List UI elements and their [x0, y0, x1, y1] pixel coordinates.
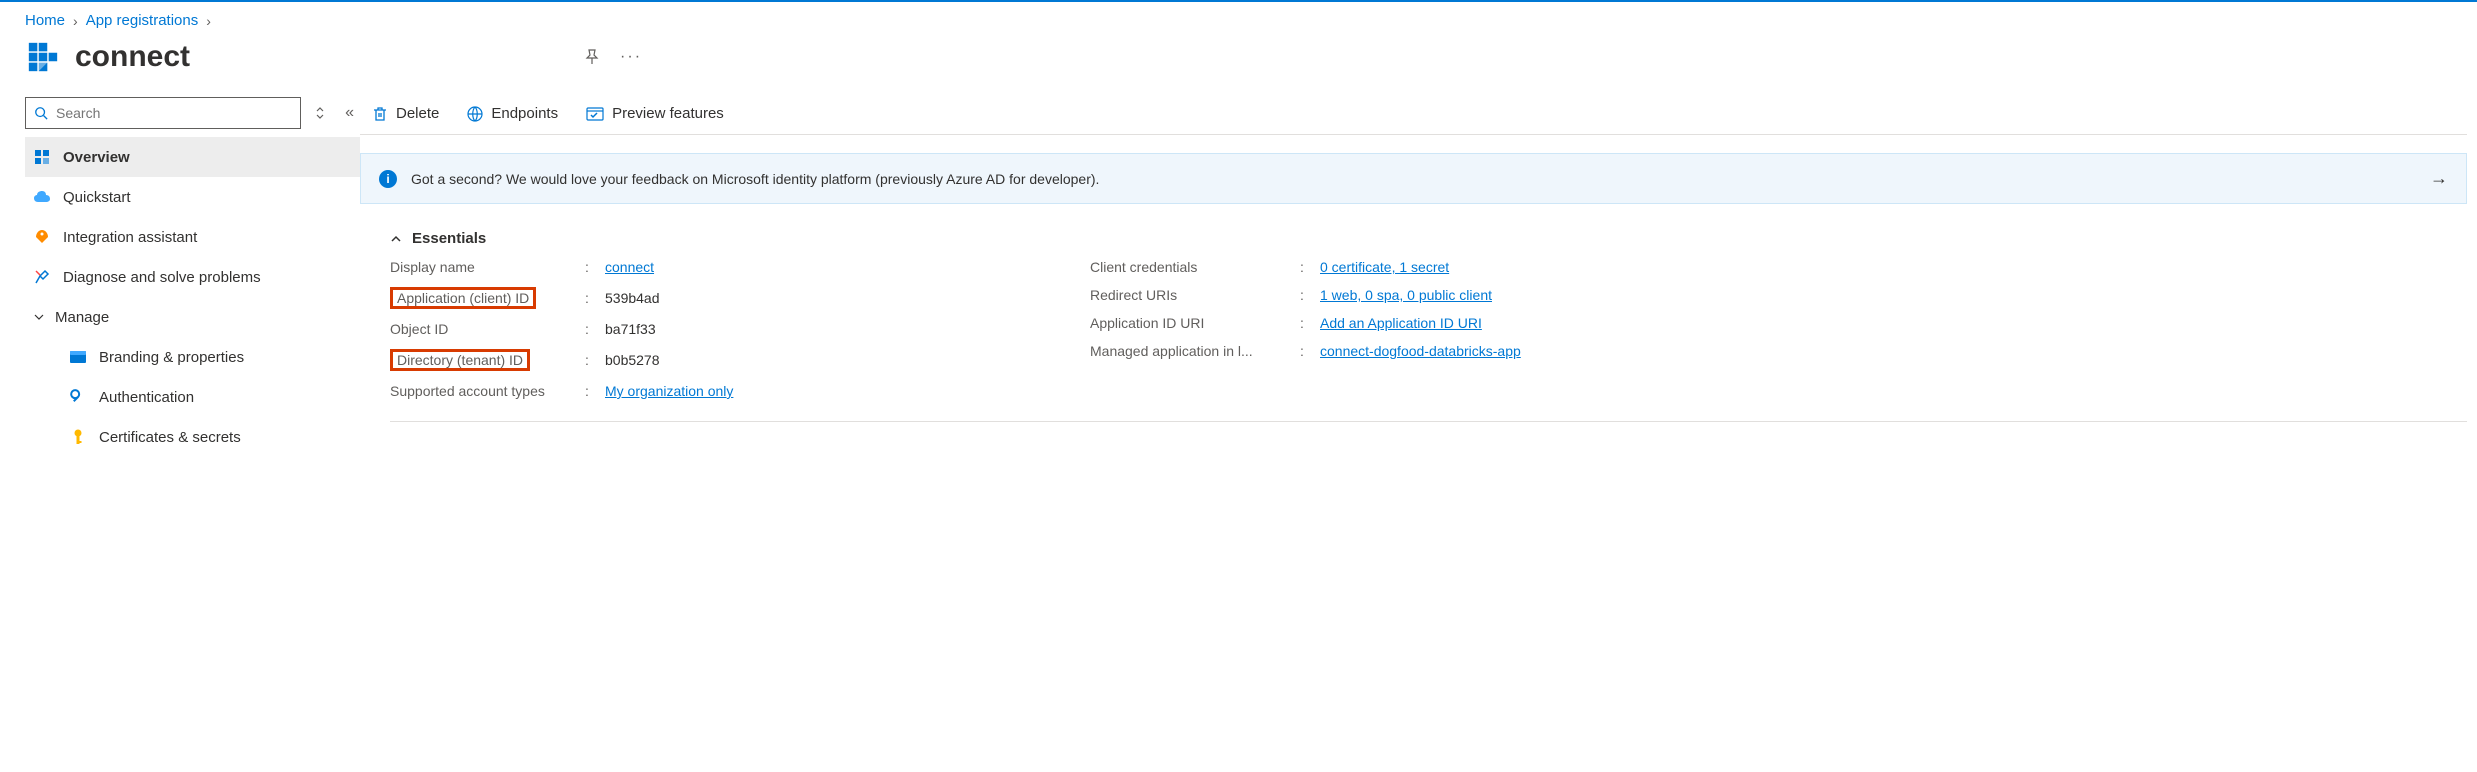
sidebar-section-manage[interactable]: Manage — [25, 297, 360, 337]
client-creds-label: Client credentials — [1090, 259, 1300, 275]
client-id-value: 539b4ad — [605, 290, 660, 306]
breadcrumb-home[interactable]: Home — [25, 12, 65, 29]
preview-features-button[interactable]: Preview features — [586, 105, 724, 122]
more-icon[interactable]: ··· — [620, 48, 642, 66]
display-name-label: Display name — [390, 259, 585, 275]
sidebar-item-label: Quickstart — [63, 189, 131, 206]
cloud-icon — [33, 190, 51, 204]
breadcrumb: Home › App registrations › — [25, 12, 2477, 29]
app-id-uri-value[interactable]: Add an Application ID URI — [1320, 315, 1482, 331]
sidebar-item-branding[interactable]: Branding & properties — [25, 337, 360, 377]
sidebar-item-label: Authentication — [99, 389, 194, 406]
client-creds-value[interactable]: 0 certificate, 1 secret — [1320, 259, 1449, 275]
main-content: Delete Endpoints — [360, 97, 2477, 457]
sidebar-item-diagnose[interactable]: Diagnose and solve problems — [25, 257, 360, 297]
sidebar-item-label: Diagnose and solve problems — [63, 269, 261, 286]
overview-icon — [33, 149, 51, 165]
page-title: connect — [75, 40, 190, 74]
chevrons-vertical-icon[interactable] — [311, 106, 329, 120]
endpoints-button[interactable]: Endpoints — [467, 105, 558, 122]
sidebar-item-overview[interactable]: Overview — [25, 137, 360, 177]
tenant-id-label: Directory (tenant) ID — [390, 349, 585, 371]
search-input[interactable] — [56, 105, 292, 121]
pin-icon[interactable] — [584, 49, 600, 65]
object-id-value: ba71f33 — [605, 321, 656, 337]
chevron-up-icon — [390, 233, 402, 245]
object-id-label: Object ID — [390, 321, 585, 337]
sidebar-item-quickstart[interactable]: Quickstart — [25, 177, 360, 217]
account-types-label: Supported account types — [390, 383, 585, 399]
client-id-label: Application (client) ID — [390, 287, 585, 309]
redirect-uris-value[interactable]: 1 web, 0 spa, 0 public client — [1320, 287, 1492, 303]
account-types-value[interactable]: My organization only — [605, 383, 733, 399]
sidebar-item-label: Overview — [63, 149, 130, 166]
essentials-toggle[interactable]: Essentials — [390, 230, 2467, 247]
collapse-icon[interactable]: « — [339, 104, 360, 122]
command-bar: Delete Endpoints — [360, 97, 2467, 135]
sidebar-item-certificates[interactable]: Certificates & secrets — [25, 417, 360, 457]
tenant-id-value: b0b5278 — [605, 352, 660, 368]
rocket-icon — [33, 229, 51, 245]
globe-icon — [467, 106, 483, 122]
branding-icon — [69, 351, 87, 363]
cmd-label: Delete — [396, 105, 439, 122]
info-bar: i Got a second? We would love your feedb… — [360, 153, 2467, 204]
arrow-right-icon[interactable]: → — [2430, 168, 2448, 189]
preview-icon — [586, 107, 604, 121]
sidebar: « Overview — [25, 97, 360, 457]
info-text: Got a second? We would love your feedbac… — [411, 171, 2416, 187]
redirect-uris-label: Redirect URIs — [1090, 287, 1300, 303]
managed-app-label: Managed application in l... — [1090, 343, 1300, 359]
chevron-right-icon: › — [73, 13, 78, 29]
sidebar-item-authentication[interactable]: Authentication — [25, 377, 360, 417]
sidebar-item-integration-assistant[interactable]: Integration assistant — [25, 217, 360, 257]
trash-icon — [372, 106, 388, 122]
app-icon — [25, 39, 61, 75]
cmd-label: Endpoints — [491, 105, 558, 122]
essentials-label: Essentials — [412, 230, 486, 247]
search-icon — [34, 106, 48, 120]
key-icon — [69, 429, 87, 445]
sidebar-section-label: Manage — [55, 309, 109, 326]
search-box[interactable] — [25, 97, 301, 129]
display-name-value[interactable]: connect — [605, 259, 654, 275]
cmd-label: Preview features — [612, 105, 724, 122]
essentials-grid: Display name : connect Application (clie… — [390, 259, 2467, 422]
chevron-down-icon — [33, 311, 45, 323]
auth-icon — [69, 389, 87, 405]
info-icon: i — [379, 170, 397, 188]
managed-app-value[interactable]: connect-dogfood-databricks-app — [1320, 343, 1521, 359]
chevron-right-icon: › — [206, 13, 211, 29]
sidebar-item-label: Branding & properties — [99, 349, 244, 366]
app-id-uri-label: Application ID URI — [1090, 315, 1300, 331]
breadcrumb-app-registrations[interactable]: App registrations — [86, 12, 199, 29]
wrench-icon — [33, 269, 51, 285]
sidebar-item-label: Certificates & secrets — [99, 429, 241, 446]
sidebar-item-label: Integration assistant — [63, 229, 197, 246]
delete-button[interactable]: Delete — [372, 105, 439, 122]
